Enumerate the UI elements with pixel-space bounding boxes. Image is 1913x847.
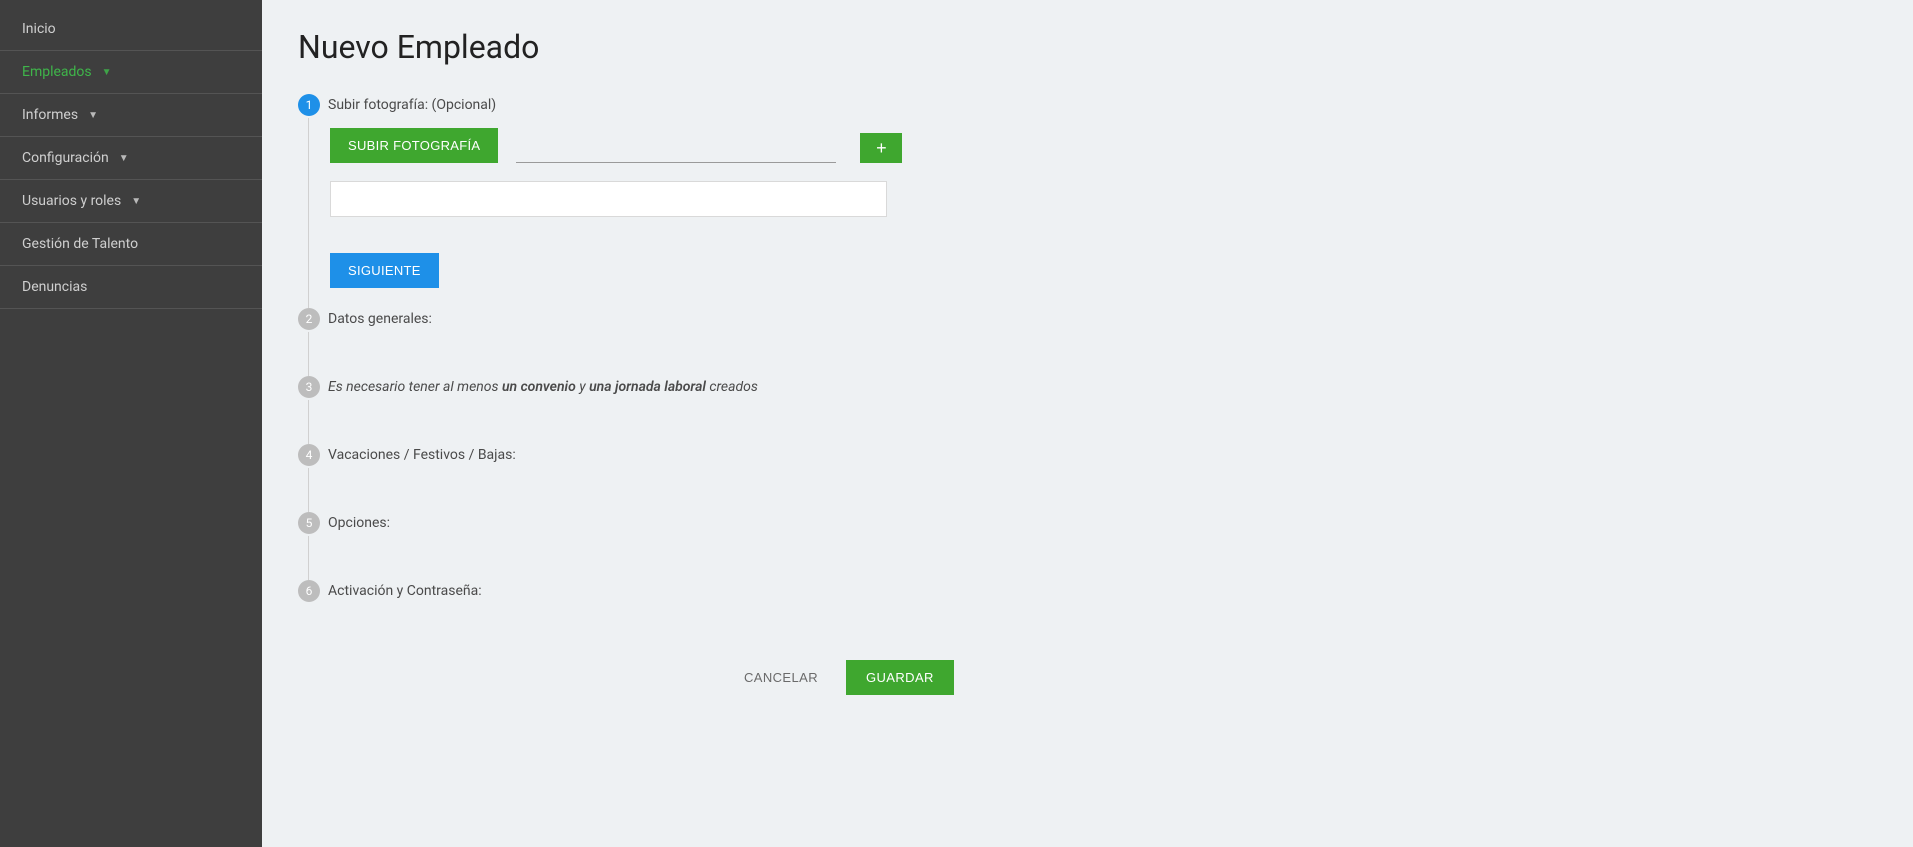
step-connector <box>308 468 309 512</box>
caret-down-icon: ▼ <box>102 67 112 78</box>
step-connector <box>308 332 309 376</box>
sidebar-item-label: Empleados <box>22 64 92 80</box>
step-circle: 1 <box>298 94 320 116</box>
step-1: 1 Subir fotografía: (Opcional) SUBIR FOT… <box>298 94 1877 294</box>
sidebar-item-gestion-talento[interactable]: Gestión de Talento <box>0 223 262 266</box>
sidebar-item-label: Inicio <box>22 21 56 37</box>
step-title: Datos generales: <box>328 311 432 327</box>
step-2[interactable]: 2 Datos generales: <box>298 308 1877 362</box>
step-circle: 4 <box>298 444 320 466</box>
step-connector <box>308 536 309 580</box>
caret-down-icon: ▼ <box>131 196 141 207</box>
next-button[interactable]: SIGUIENTE <box>330 253 439 288</box>
upload-photo-button[interactable]: SUBIR FOTOGRAFÍA <box>330 128 498 163</box>
cancel-button[interactable]: CANCELAR <box>744 670 818 685</box>
step-circle: 2 <box>298 308 320 330</box>
stepper: 1 Subir fotografía: (Opcional) SUBIR FOT… <box>298 94 1877 602</box>
caret-down-icon: ▼ <box>119 153 129 164</box>
page-title: Nuevo Empleado <box>298 28 1877 66</box>
sidebar-item-usuarios-roles[interactable]: Usuarios y roles ▼ <box>0 180 262 223</box>
plus-icon: + <box>876 139 887 157</box>
footer-actions: CANCELAR GUARDAR <box>744 660 1877 695</box>
sidebar: Inicio Empleados ▼ Informes ▼ Configurac… <box>0 0 262 847</box>
step-6[interactable]: 6 Activación y Contraseña: <box>298 580 1877 602</box>
step-3[interactable]: 3 Es necesario tener al menos un conveni… <box>298 376 1877 430</box>
sidebar-item-label: Gestión de Talento <box>22 236 138 252</box>
step-title: Es necesario tener al menos un convenio … <box>328 379 758 395</box>
step-title: Subir fotografía: (Opcional) <box>328 97 496 113</box>
step-5[interactable]: 5 Opciones: <box>298 512 1877 566</box>
step-4[interactable]: 4 Vacaciones / Festivos / Bajas: <box>298 444 1877 498</box>
sidebar-item-configuracion[interactable]: Configuración ▼ <box>0 137 262 180</box>
step-title: Activación y Contraseña: <box>328 583 482 599</box>
step-circle: 5 <box>298 512 320 534</box>
photo-description-input[interactable] <box>330 181 887 217</box>
sidebar-item-denuncias[interactable]: Denuncias <box>0 266 262 309</box>
step-title: Opciones: <box>328 515 390 531</box>
step-connector <box>308 400 309 444</box>
photo-path-field[interactable] <box>516 135 836 163</box>
caret-down-icon: ▼ <box>88 110 98 121</box>
save-button[interactable]: GUARDAR <box>846 660 954 695</box>
step-circle: 6 <box>298 580 320 602</box>
main-content: Nuevo Empleado 1 Subir fotografía: (Opci… <box>262 0 1913 847</box>
sidebar-item-label: Usuarios y roles <box>22 193 121 209</box>
step-circle: 3 <box>298 376 320 398</box>
add-photo-button[interactable]: + <box>860 133 902 163</box>
sidebar-item-label: Denuncias <box>22 279 87 295</box>
sidebar-item-label: Informes <box>22 107 78 123</box>
sidebar-item-informes[interactable]: Informes ▼ <box>0 94 262 137</box>
sidebar-item-inicio[interactable]: Inicio <box>0 8 262 51</box>
sidebar-item-label: Configuración <box>22 150 109 166</box>
step-title: Vacaciones / Festivos / Bajas: <box>328 447 516 463</box>
sidebar-item-empleados[interactable]: Empleados ▼ <box>0 51 262 94</box>
step-connector <box>308 118 309 308</box>
